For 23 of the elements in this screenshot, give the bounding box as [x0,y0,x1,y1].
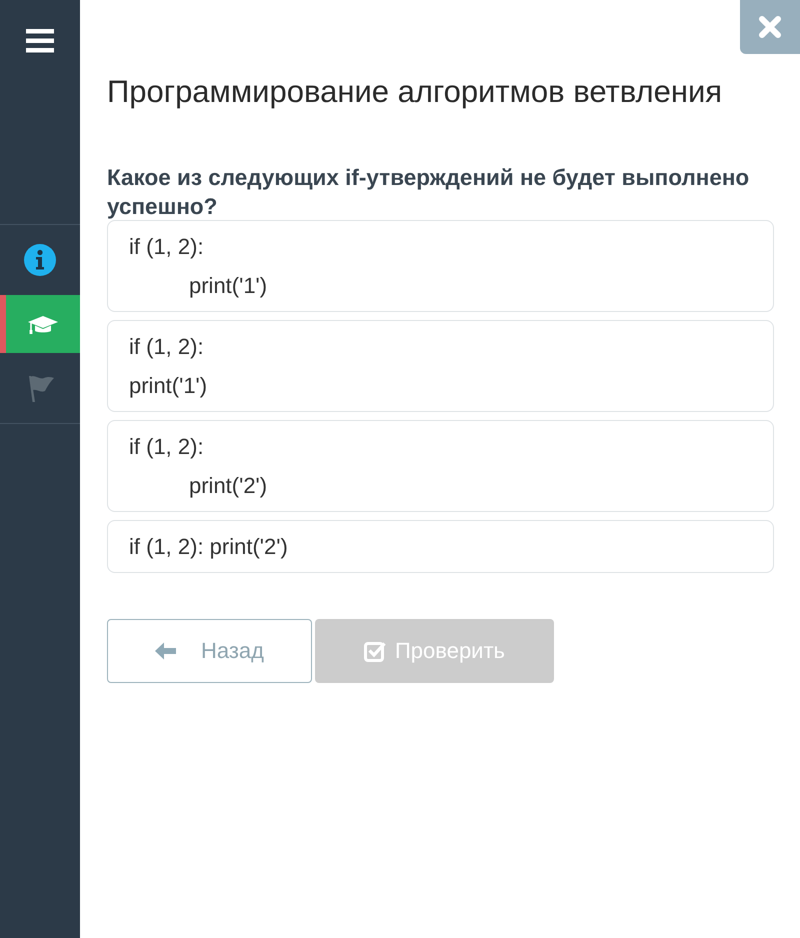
answer-option[interactable]: if (1, 2): print('2') [107,520,774,573]
question-text: Какое из следующих if-утверждений не будет выполнено успешно? [107,164,750,221]
menu-button[interactable] [26,29,54,53]
graduation-cap-icon [28,314,58,334]
answer-option[interactable]: if (1, 2): print('2') [107,420,774,512]
answer-option[interactable]: if (1, 2): print('1') [107,320,774,412]
close-icon [758,15,782,39]
code-line: if (1, 2): [129,333,204,361]
code-line: print('1') [129,372,208,400]
close-button[interactable] [740,0,800,54]
code-line: if (1, 2): print('2') [129,533,288,561]
flag-icon [26,374,54,402]
checkbox-icon [364,640,386,662]
code-line: if (1, 2): [129,233,204,261]
info-icon [24,244,56,276]
sidebar-item[interactable] [0,295,80,353]
page-title: Программирование алгоритмов ветвления [107,74,724,110]
code-line: if (1, 2): [129,433,204,461]
answer-option[interactable]: if (1, 2): print('1') [107,220,774,312]
menu-icon [26,29,54,53]
code-line: print('2') [189,472,268,500]
arrow-left-icon [154,641,176,661]
code-line: print('1') [189,272,268,300]
